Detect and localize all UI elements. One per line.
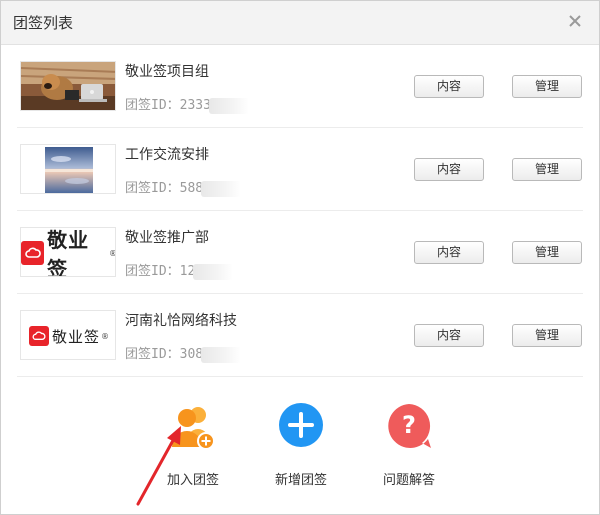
help-label: 问题解答 [382, 473, 435, 488]
content-button[interactable]: 内容 [414, 241, 484, 264]
content-button[interactable]: 内容 [414, 158, 484, 181]
content-button[interactable]: 内容 [414, 324, 484, 347]
team-name: 敬业签项目组 [125, 64, 209, 80]
manage-button[interactable]: 管理 [512, 75, 582, 98]
team-row: 敬业签项目组 团签ID：2333 内容 管理 [17, 45, 583, 128]
add-team-label: 新增团签 [274, 473, 327, 488]
redaction-blur [201, 180, 242, 197]
action-bar: 加入团签 新增团签 ? 问题解答 [1, 381, 600, 515]
team-list-window: 团签列表 敬业签项目组 团签ID：2333 内容 管理 工作交流安排 团签ID：… [0, 0, 600, 515]
team-id: 团签ID：588 [125, 177, 242, 197]
svg-text:?: ? [402, 411, 416, 439]
help-button[interactable]: ? 问题解答 [364, 403, 454, 488]
window-title: 团签列表 [13, 14, 74, 32]
team-name: 敬业签推广部 [125, 230, 209, 246]
team-id: 团签ID：2333 [125, 94, 249, 114]
team-id: 团签ID：308 [125, 343, 242, 363]
logo-text: 敬业签 [47, 228, 90, 277]
team-name: 河南礼恰网络科技 [125, 313, 237, 329]
jingyeqian-logo: 敬业签® [21, 311, 115, 359]
manage-button[interactable]: 管理 [512, 241, 582, 264]
manage-button[interactable]: 管理 [512, 324, 582, 347]
team-row: 工作交流安排 团签ID：588 内容 管理 [17, 128, 583, 211]
team-list: 敬业签项目组 团签ID：2333 内容 管理 工作交流安排 团签ID：588 内… [17, 45, 583, 377]
titlebar: 团签列表 [1, 1, 599, 45]
red-arrow-icon [136, 426, 181, 506]
jingyeqian-logo: 敬业签® [21, 228, 115, 277]
team-row: 敬业签® 敬业签推广部 团签ID：12 内容 管理 [17, 211, 583, 294]
team-avatar: 敬业签® [20, 227, 116, 277]
manage-button[interactable]: 管理 [512, 158, 582, 181]
dog-laptop-photo [21, 62, 115, 110]
add-team-icon [276, 403, 326, 453]
logo-text: 敬业签 [51, 327, 100, 346]
cloud-logo-icon [21, 241, 45, 265]
redaction-blur [208, 97, 249, 114]
team-name: 工作交流安排 [125, 147, 209, 163]
close-icon[interactable] [565, 11, 585, 31]
add-team-button[interactable]: 新增团签 [256, 403, 346, 488]
redaction-blur [201, 346, 242, 363]
team-avatar [20, 144, 116, 194]
team-id: 团签ID：12 [125, 260, 234, 280]
team-avatar [20, 61, 116, 111]
sky-reflection-photo [21, 145, 115, 193]
team-avatar: 敬业签® [20, 310, 116, 360]
help-icon: ? [384, 403, 434, 453]
cloud-logo-icon [28, 326, 49, 346]
content-button[interactable]: 内容 [414, 75, 484, 98]
redaction-blur [193, 263, 234, 280]
team-row: 敬业签 ® 河南礼恰网络科技 团签ID：308 内容 管理 [17, 294, 583, 377]
